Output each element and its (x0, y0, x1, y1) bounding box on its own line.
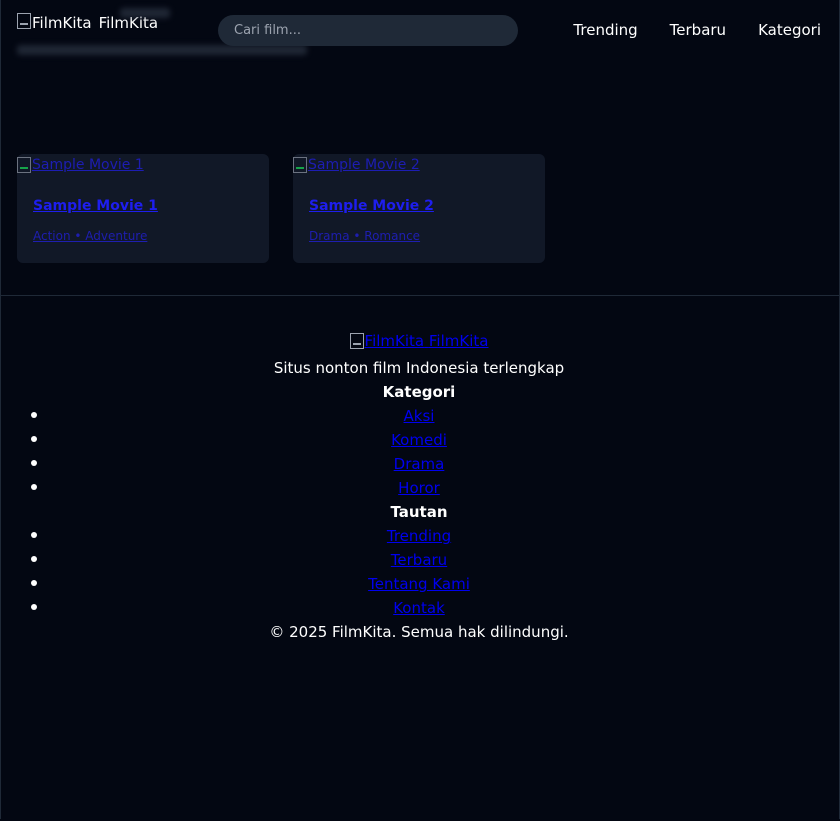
footer-copyright: © 2025 FilmKita. Semua hak dilindungi. (269, 623, 569, 641)
footer-kategori-heading: Kategori (382, 383, 456, 401)
list-item: Terbaru (0, 548, 838, 572)
nav-trending[interactable]: Trending (573, 21, 637, 39)
movie-genres[interactable]: Drama • Romance (309, 229, 420, 243)
footer-link-drama[interactable]: Drama (394, 455, 445, 473)
nav-terbaru[interactable]: Terbaru (670, 21, 726, 39)
search-input[interactable] (218, 15, 518, 46)
footer-tautan-list: Trending Terbaru Tentang Kami Kontak (0, 524, 838, 620)
logo-image: FilmKita (17, 13, 92, 32)
list-item: Kontak (0, 596, 838, 620)
footer-logo-alt: FilmKita (364, 332, 425, 350)
main-nav: Trending Terbaru Kategori (573, 21, 821, 39)
footer-link-terbaru[interactable]: Terbaru (391, 551, 447, 569)
movie-poster[interactable]: Sample Movie 1 (17, 157, 144, 173)
movie-card[interactable]: Sample Movie 2 Sample Movie 2 Drama • Ro… (293, 154, 545, 263)
footer-kategori-list: Aksi Komedi Drama Horor (0, 404, 838, 500)
footer-tagline: Situs nonton film Indonesia terlengkap (273, 359, 565, 377)
blurred-artifact (120, 8, 170, 18)
broken-image-icon (349, 333, 364, 349)
broken-image-icon (17, 157, 31, 173)
footer-link-aksi[interactable]: Aksi (404, 407, 435, 425)
list-item: Tentang Kami (0, 572, 838, 596)
movie-title[interactable]: Sample Movie 2 (309, 198, 434, 214)
footer-link-tentang-kami[interactable]: Tentang Kami (368, 575, 470, 593)
poster-alt-text: Sample Movie 2 (308, 157, 420, 173)
footer-divider (0, 295, 840, 296)
site-header: FilmKita FilmKita Trending Terbaru Kateg… (0, 0, 840, 60)
list-item: Komedi (0, 428, 838, 452)
movie-poster[interactable]: Sample Movie 2 (293, 157, 420, 173)
footer-link-trending[interactable]: Trending (387, 527, 451, 545)
footer-link-komedi[interactable]: Komedi (391, 431, 447, 449)
list-item: Trending (0, 524, 838, 548)
broken-image-icon (17, 13, 31, 29)
footer-link-horor[interactable]: Horor (398, 479, 440, 497)
footer-brand: FilmKita (428, 332, 489, 350)
poster-alt-text: Sample Movie 1 (32, 157, 144, 173)
movie-title[interactable]: Sample Movie 1 (33, 198, 158, 214)
nav-kategori[interactable]: Kategori (758, 21, 821, 39)
list-item: Drama (0, 452, 838, 476)
list-item: Aksi (0, 404, 838, 428)
footer-tautan-heading: Tautan (390, 503, 448, 521)
list-item: Horor (0, 476, 838, 500)
footer-link-kontak[interactable]: Kontak (393, 599, 445, 617)
movie-card[interactable]: Sample Movie 1 Sample Movie 1 Action • A… (17, 154, 269, 263)
footer-logo-link[interactable]: FilmKita FilmKita (349, 329, 489, 353)
logo-alt-text: FilmKita (32, 14, 92, 32)
blurred-artifact (17, 45, 307, 55)
site-footer: FilmKita FilmKita Situs nonton film Indo… (0, 329, 838, 644)
broken-image-icon (293, 157, 307, 173)
movie-genres[interactable]: Action • Adventure (33, 229, 147, 243)
